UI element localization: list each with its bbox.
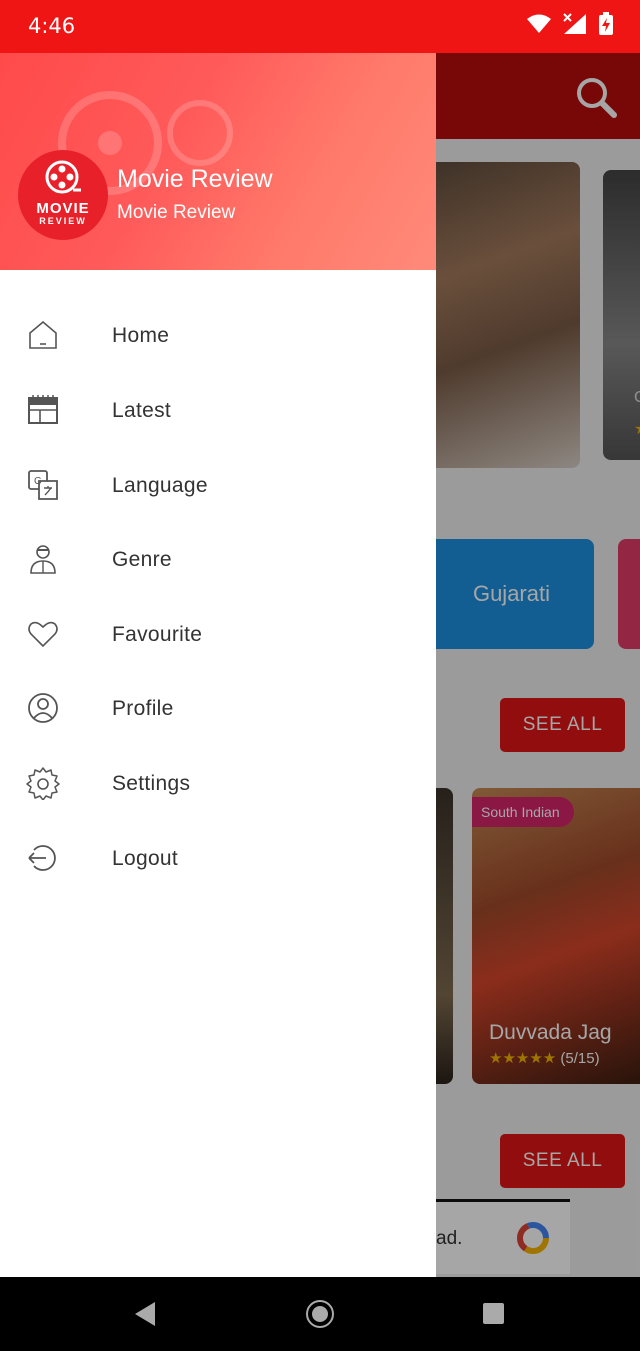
- drawer-subtitle: Movie Review: [117, 202, 236, 223]
- menu-label-latest: Latest: [112, 399, 172, 422]
- menu-item-genre[interactable]: Genre: [0, 524, 436, 598]
- menu-label-settings: Settings: [112, 772, 191, 795]
- menu-label-favourite: Favourite: [112, 623, 203, 646]
- account-icon: [28, 693, 58, 723]
- home-icon: [29, 320, 57, 349]
- signal-icon: [563, 13, 586, 34]
- heart-icon: [28, 621, 58, 648]
- app-logo: MOVIE REVIEW: [18, 150, 108, 240]
- menu-label-language: Language: [112, 474, 208, 497]
- menu-item-favourite[interactable]: Favourite: [0, 599, 436, 673]
- gear-icon: [26, 767, 60, 800]
- menu-item-language[interactable]: G Language: [0, 450, 436, 524]
- logout-icon: [28, 845, 56, 871]
- menu-item-home[interactable]: Home: [0, 300, 436, 374]
- menu-label-logout: Logout: [112, 847, 179, 870]
- status-time: 4:46: [28, 14, 76, 38]
- translate-icon: G: [28, 470, 58, 500]
- menu-item-latest[interactable]: Latest: [0, 375, 436, 449]
- home-circle-icon: [312, 1306, 328, 1322]
- logo-text-review: REVIEW: [39, 216, 87, 226]
- drawer-title: Movie Review: [117, 165, 273, 193]
- person-icon: [30, 545, 56, 574]
- recents-icon[interactable]: [483, 1303, 504, 1324]
- battery-icon: [599, 12, 613, 35]
- menu-item-settings[interactable]: Settings: [0, 748, 436, 822]
- wifi-icon: [527, 14, 551, 33]
- menu-label-profile: Profile: [112, 697, 174, 720]
- logo-text-movie: MOVIE: [36, 200, 90, 217]
- home-nav-button[interactable]: [306, 1300, 334, 1328]
- menu-item-profile[interactable]: Profile: [0, 673, 436, 747]
- svg-text:G: G: [34, 476, 42, 487]
- back-icon[interactable]: [134, 1301, 156, 1327]
- drawer-header: MOVIE REVIEW Movie Review Movie Review: [0, 53, 436, 270]
- navigation-drawer: MOVIE REVIEW Movie Review Movie Review H…: [0, 53, 436, 1277]
- menu-label-genre: Genre: [112, 548, 172, 571]
- status-bar: 4:46: [0, 0, 640, 53]
- menu-item-logout[interactable]: Logout: [0, 823, 436, 897]
- film-reel-icon: [45, 160, 81, 194]
- calendar-icon: [28, 395, 58, 424]
- system-nav-bar: [0, 1277, 640, 1351]
- menu-label-home: Home: [112, 324, 170, 347]
